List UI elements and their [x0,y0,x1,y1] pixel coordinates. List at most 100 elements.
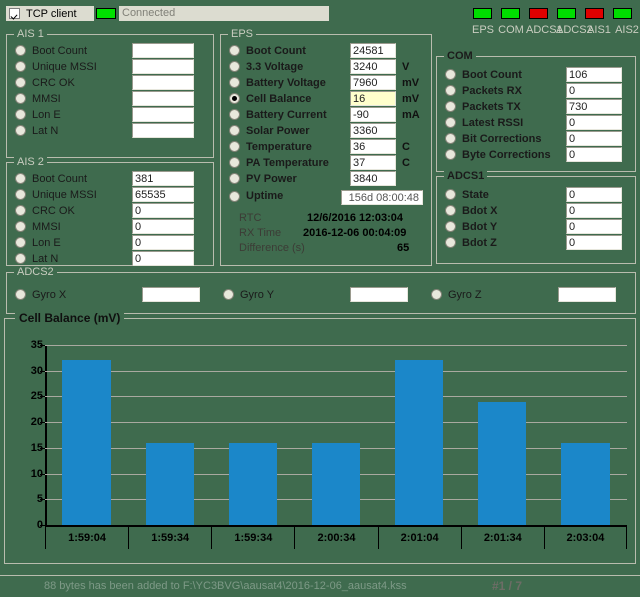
adcs2-row[interactable]: Gyro Y [223,287,408,302]
eps-radio-7[interactable] [229,157,240,168]
eps-radio-3[interactable] [229,93,240,104]
eps-uptime-value[interactable]: 156d 08:00:48 [341,190,423,205]
adcs1-row[interactable]: Bdot Y 0 [445,219,622,234]
ais1-radio-0[interactable] [15,45,26,56]
com-radio-4[interactable] [445,133,456,144]
adcs1-value-3[interactable]: 0 [566,235,622,250]
ais1-row[interactable]: Lat N [15,123,194,138]
com-radio-3[interactable] [445,117,456,128]
ais1-row[interactable]: Boot Count [15,43,194,58]
eps-row[interactable]: 3.3 Voltage 3240 V [229,59,420,74]
eps-value-2[interactable]: 7960 [350,75,396,90]
com-row[interactable]: Byte Corrections 0 [445,147,622,162]
ais2-radio-0[interactable] [15,173,26,184]
ais1-row[interactable]: Lon E [15,107,194,122]
ais1-value-5[interactable] [132,123,194,138]
adcs2-radio-1[interactable] [223,289,234,300]
adcs2-radio-0[interactable] [15,289,26,300]
eps-row[interactable]: Battery Voltage 7960 mV [229,75,420,90]
adcs1-value-0[interactable]: 0 [566,187,622,202]
com-radio-1[interactable] [445,85,456,96]
com-value-2[interactable]: 730 [566,99,622,114]
adcs2-radio-2[interactable] [431,289,442,300]
adcs1-value-2[interactable]: 0 [566,219,622,234]
eps-value-6[interactable]: 36 [350,139,396,154]
com-row[interactable]: Bit Corrections 0 [445,131,622,146]
com-value-5[interactable]: 0 [566,147,622,162]
eps-uptime-radio[interactable] [229,190,240,202]
eps-row[interactable]: Temperature 36 C [229,139,420,154]
ais1-value-0[interactable] [132,43,194,58]
ais2-row[interactable]: Lon E 0 [15,235,194,250]
ais1-radio-4[interactable] [15,109,26,120]
ais1-radio-5[interactable] [15,125,26,136]
adcs1-value-1[interactable]: 0 [566,203,622,218]
ais2-value-3[interactable]: 0 [132,219,194,234]
eps-uptime-row[interactable]: Uptime [229,190,283,202]
ais1-radio-3[interactable] [15,93,26,104]
eps-row[interactable]: Solar Power 3360 [229,123,420,138]
eps-row[interactable]: Battery Current -90 mA [229,107,420,122]
eps-value-3[interactable]: 16 [350,91,396,106]
ais1-value-4[interactable] [132,107,194,122]
eps-value-7[interactable]: 37 [350,155,396,170]
ais2-row[interactable]: Unique MSSI 65535 [15,187,194,202]
checkbox-icon[interactable] [9,8,20,19]
adcs2-value-2[interactable] [558,287,616,302]
eps-radio-4[interactable] [229,109,240,120]
adcs1-radio-0[interactable] [445,189,456,200]
tcp-client-checkbox[interactable]: TCP client [6,6,94,21]
eps-radio-5[interactable] [229,125,240,136]
ais2-value-0[interactable]: 381 [132,171,194,186]
com-radio-2[interactable] [445,101,456,112]
ais1-row[interactable]: Unique MSSI [15,59,194,74]
ais2-value-5[interactable]: 0 [132,251,194,266]
ais2-radio-1[interactable] [15,189,26,200]
ais2-value-2[interactable]: 0 [132,203,194,218]
eps-value-1[interactable]: 3240 [350,59,396,74]
ais1-row[interactable]: CRC OK [15,75,194,90]
adcs1-row[interactable]: Bdot X 0 [445,203,622,218]
eps-radio-6[interactable] [229,141,240,152]
ais2-radio-3[interactable] [15,221,26,232]
eps-value-0[interactable]: 24581 [350,43,396,58]
com-value-3[interactable]: 0 [566,115,622,130]
ais2-radio-2[interactable] [15,205,26,216]
ais1-value-1[interactable] [132,59,194,74]
eps-row[interactable]: PA Temperature 37 C [229,155,420,170]
ais1-radio-1[interactable] [15,61,26,72]
adcs1-row[interactable]: Bdot Z 0 [445,235,622,250]
ais1-radio-2[interactable] [15,77,26,88]
adcs2-row[interactable]: Gyro Z [431,287,616,302]
com-row[interactable]: Latest RSSI 0 [445,115,622,130]
adcs2-value-0[interactable] [142,287,200,302]
adcs1-radio-2[interactable] [445,221,456,232]
ais2-row[interactable]: MMSI 0 [15,219,194,234]
eps-row[interactable]: Boot Count 24581 [229,43,420,58]
ais1-value-2[interactable] [132,75,194,90]
eps-value-5[interactable]: 3360 [350,123,396,138]
ais1-value-3[interactable] [132,91,194,106]
eps-row[interactable]: PV Power 3840 [229,171,420,186]
com-radio-0[interactable] [445,69,456,80]
adcs1-radio-3[interactable] [445,237,456,248]
com-row[interactable]: Packets RX 0 [445,83,622,98]
eps-radio-2[interactable] [229,77,240,88]
eps-radio-1[interactable] [229,61,240,72]
eps-value-8[interactable]: 3840 [350,171,396,186]
adcs2-row[interactable]: Gyro X [15,287,200,302]
com-value-1[interactable]: 0 [566,83,622,98]
com-value-0[interactable]: 106 [566,67,622,82]
com-value-4[interactable]: 0 [566,131,622,146]
eps-value-4[interactable]: -90 [350,107,396,122]
adcs1-row[interactable]: State 0 [445,187,622,202]
ais2-row[interactable]: Boot Count 381 [15,171,194,186]
ais1-row[interactable]: MMSI [15,91,194,106]
ais2-radio-5[interactable] [15,253,26,264]
eps-row[interactable]: Cell Balance 16 mV [229,91,420,106]
eps-radio-8[interactable] [229,173,240,184]
adcs2-value-1[interactable] [350,287,408,302]
ais2-row[interactable]: CRC OK 0 [15,203,194,218]
ais2-row[interactable]: Lat N 0 [15,251,194,266]
adcs1-radio-1[interactable] [445,205,456,216]
